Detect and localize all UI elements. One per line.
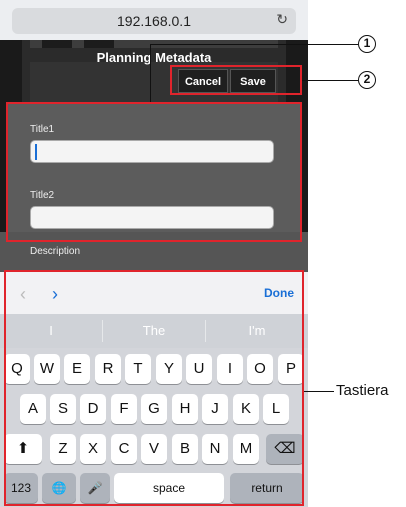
url-text: 192.168.0.1	[117, 13, 191, 29]
callout-line-2	[302, 80, 358, 81]
reload-icon[interactable]: ↻	[276, 11, 288, 28]
callout-line-1	[150, 44, 151, 102]
callout-marker-2: 2	[358, 71, 376, 89]
callout-marker-1: 1	[358, 35, 376, 53]
browser-url-bar: 192.168.0.1 ↻	[0, 0, 308, 40]
tab-segment	[84, 40, 114, 48]
url-field[interactable]: 192.168.0.1 ↻	[12, 8, 296, 34]
buttons-highlight-box	[170, 65, 302, 95]
description-label: Description	[30, 246, 81, 257]
callout-line-1-horizontal	[150, 44, 358, 45]
tab-segment	[42, 40, 72, 48]
keyboard-callout-label: Tastiera	[336, 382, 389, 399]
keyboard-highlight-box	[4, 270, 304, 506]
form-highlight-box	[6, 102, 302, 242]
callout-line-keyboard	[304, 391, 334, 392]
